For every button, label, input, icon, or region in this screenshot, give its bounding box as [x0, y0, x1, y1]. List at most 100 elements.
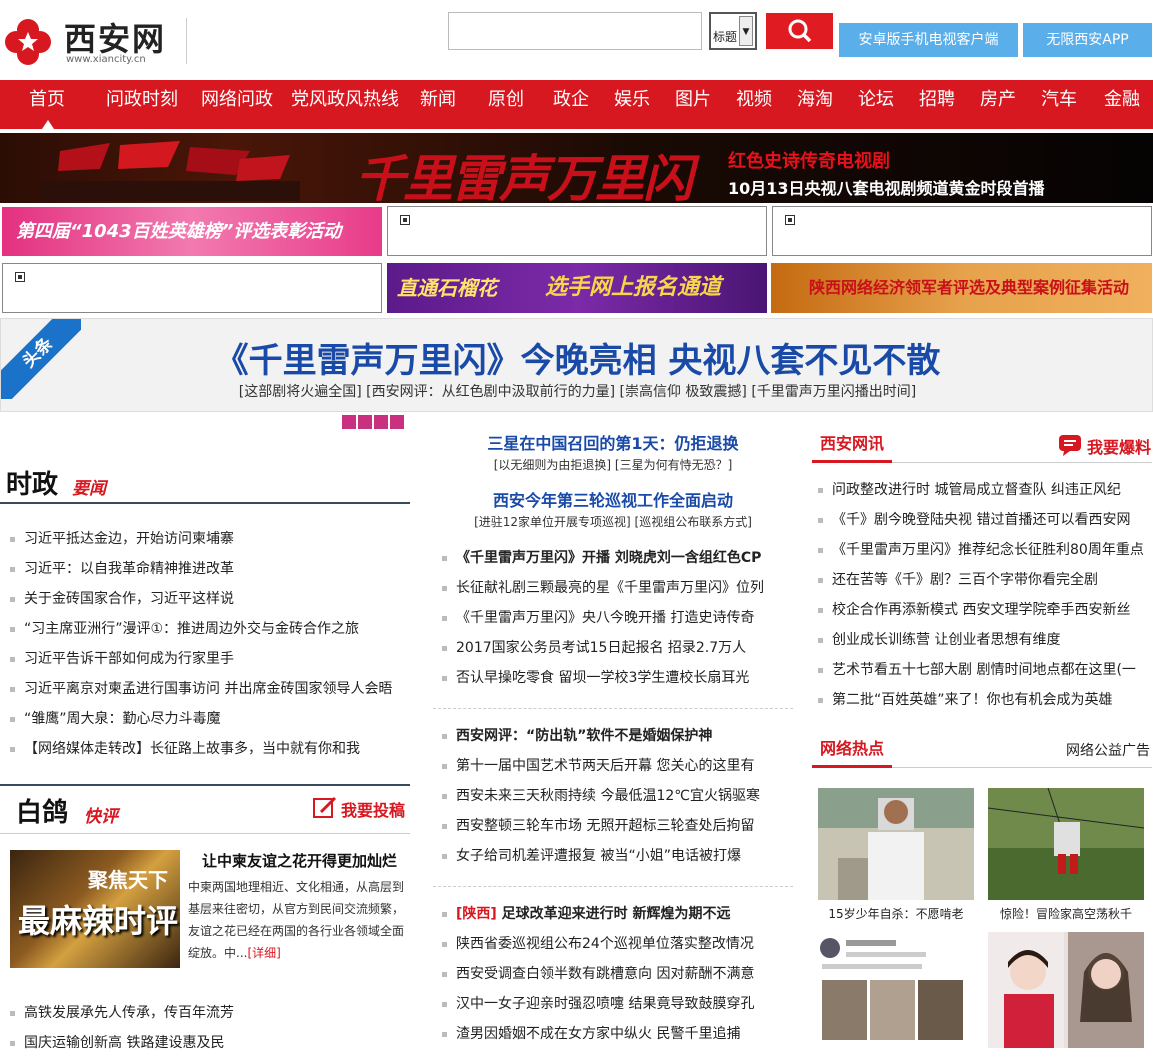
nav-item-jobs[interactable]: 招聘 [919, 80, 955, 129]
nav-item-original[interactable]: 原创 [488, 80, 524, 129]
list-item[interactable]: 汉中一女子迎亲时强忍喷嚏 结果竟导致鼓膜穿孔 [440, 989, 795, 1019]
region-tag: [陕西] [456, 906, 497, 922]
nav-item-video[interactable]: 视频 [736, 80, 772, 129]
app-download-button[interactable]: 无限西安APP [1023, 23, 1152, 57]
mid-sublinks-1[interactable]: [以无细则为由拒退换] [三星为何有恃无恐？] [418, 456, 808, 473]
list-item[interactable]: 校企合作再添新模式 西安文理学院牵手西安新丝 [816, 595, 1151, 625]
public-ads-link[interactable]: 网络公益广告 [1066, 740, 1150, 760]
carousel-dots[interactable] [342, 415, 406, 430]
search-input[interactable] [448, 12, 702, 50]
ad-placeholder-2[interactable] [772, 206, 1152, 256]
list-item[interactable]: 高铁发展承先人传承，传百年流芳 [8, 998, 408, 1028]
nav-item-shopping[interactable]: 海淘 [797, 80, 833, 129]
nav-item-hotline[interactable]: 党风政风热线 [291, 80, 399, 129]
ad-economy-leaders[interactable]: 陕西网络经济领军者评选及典型案例征集活动 [771, 263, 1152, 313]
banner-line2: 10月13日央视八套电视剧频道黄金时段首播 [728, 179, 1045, 198]
hot-photo-2-caption[interactable]: 惊险！冒险家高空荡秋千 [988, 905, 1144, 922]
list-item[interactable]: 问政整改进行时 城管局成立督查队 纠违正风纪 [816, 475, 1151, 505]
headline-block: 头条 《千里雷声万里闪》今晚亮相 央视八套不见不散 [这部剧将火遍全国] [西安… [0, 318, 1153, 412]
list-item[interactable]: 2017国家公务员考试15日起报名 招录2.7万人 [440, 633, 795, 663]
hot-photo-1[interactable] [818, 788, 974, 900]
list-item[interactable]: 习近平：以自我革命精神推进改革 [8, 554, 408, 584]
mid-headline-1[interactable]: 三星在中国召回的第1天：仍拒退换 [418, 430, 808, 454]
report-tip-link[interactable]: 我要爆料 [1087, 434, 1151, 458]
commentary-title: 白鸽 [16, 798, 69, 828]
hot-photo-1-caption[interactable]: 15岁少年自杀：不愿啃老 [818, 905, 974, 922]
ad-hero-list[interactable]: 第四届“1043百姓英雄榜”评选表彰活动 [2, 207, 382, 256]
search-type-value: 标题 [713, 30, 738, 44]
android-client-button[interactable]: 安卓版手机电视客户端 [839, 23, 1018, 57]
hot-photo-3[interactable] [818, 932, 974, 1048]
divider [433, 708, 793, 709]
list-item[interactable]: 第二批“百姓英雄”来了！你也有机会成为英雄 [816, 685, 1151, 715]
search-type-select[interactable]: 标题 ▼ [709, 12, 757, 50]
commentary-title-link[interactable]: 让中柬友谊之花开得更加灿烂 [202, 850, 397, 871]
main-nav: 首页 问政时刻 网络问政 党风政风热线 新闻 原创 政企 娱乐 图片 视频 海淘… [0, 80, 1153, 129]
list-item[interactable]: 艺术节看五十七部大剧 剧情时间地点都在这里(一 [816, 655, 1151, 685]
nav-item-wenzheng-shike[interactable]: 问政时刻 [106, 80, 178, 129]
carousel-dot[interactable] [374, 415, 388, 429]
nav-item-forum[interactable]: 论坛 [858, 80, 894, 129]
nav-item-news[interactable]: 新闻 [420, 80, 456, 129]
list-item-title: 足球改革迎来进行时 新辉煌为期不远 [501, 906, 731, 922]
broken-image-icon [785, 215, 795, 225]
list-item[interactable]: 关于金砖国家合作，习近平这样说 [8, 584, 408, 614]
xian-news-title: 西安网讯 [812, 429, 893, 463]
list-item[interactable]: 习近平离京对柬孟进行国事访问 并出席金砖国家领导人会晤 [8, 674, 408, 704]
list-item[interactable]: 西安整顿三轮车市场 无照开超标三轮查处后拘留 [440, 811, 795, 841]
list-item[interactable]: 创业成长训练营 让创业者思想有维度 [816, 625, 1151, 655]
list-item[interactable]: 还在苦等《千》剧？三百个字带你看完全剧 [816, 565, 1151, 595]
ad-registration[interactable]: 直通石榴花 选手网上报名通道 [387, 263, 767, 313]
mid-headline-2[interactable]: 西安今年第三轮巡视工作全面启动 [418, 487, 808, 511]
ad-placeholder-1[interactable] [387, 206, 767, 256]
nav-item-business[interactable]: 政企 [553, 80, 589, 129]
search-button[interactable] [766, 13, 833, 49]
list-item[interactable]: 国庆运输创新高 铁路建设惠及民 [8, 1028, 408, 1058]
xian-news-list: 问政整改进行时 城管局成立督查队 纠违正风纪 《千》剧今晚登陆央视 错过首播还可… [816, 475, 1151, 715]
ad-placeholder-3[interactable] [2, 263, 382, 313]
list-item[interactable]: [陕西] 足球改革迎来进行时 新辉煌为期不远 [440, 899, 795, 929]
list-item[interactable]: “雏鹰”周大泉：勤心尽力斗毒魔 [8, 704, 408, 734]
site-logo[interactable]: 西安网 www.xiancity.cn [2, 14, 188, 66]
list-item[interactable]: 习近平抵达金边，开始访问柬埔寨 [8, 524, 408, 554]
list-item[interactable]: 渣男因婚姻不成在女方家中纵火 民警千里追捕 [440, 1019, 795, 1049]
carousel-dot[interactable] [358, 415, 372, 429]
nav-item-realestate[interactable]: 房产 [980, 80, 1016, 129]
list-item[interactable]: 西安受调查白领半数有跳槽意向 因对薪酬不满意 [440, 959, 795, 989]
list-item[interactable]: 《千里雷声万里闪》开播 刘晓虎刘一含组红色CP [440, 543, 795, 573]
list-item[interactable]: 否认早操吃零食 留坝一学校3学生遭校长扇耳光 [440, 663, 795, 693]
carousel-dot[interactable] [390, 415, 404, 429]
commentary-more-link[interactable]: [详细] [247, 946, 280, 960]
mid-sublinks-2[interactable]: [进驻12家单位开展专项巡视] [巡视组公布联系方式] [418, 513, 808, 530]
commentary-thumbnail[interactable]: 聚焦天下 最麻辣时评 [10, 850, 180, 968]
list-item[interactable]: 【网络媒体走转改】长征路上故事多，当中就有你和我 [8, 734, 408, 764]
nav-item-finance[interactable]: 金融 [1104, 80, 1140, 129]
list-item[interactable]: 《千里雷声万里闪》推荐纪念长征胜利80周年重点 [816, 535, 1151, 565]
hot-photo-4[interactable] [988, 932, 1144, 1048]
ad-registration-text: 选手网上报名通道 [545, 275, 722, 300]
hot-topics-section-header: 网络热点 网络公益广告 [812, 734, 1152, 768]
headline-sub-links[interactable]: [这部剧将火遍全国] [西安网评：从红色剧中汲取前行的力量] [崇高信仰 极致震… [1, 381, 1153, 401]
list-item[interactable]: 第十一届中国艺术节两天后开幕 您关心的这里有 [440, 751, 795, 781]
hot-photo-2[interactable] [988, 788, 1144, 900]
headline-title[interactable]: 《千里雷声万里闪》今晚亮相 央视八套不见不散 [1, 333, 1153, 382]
submit-article-link[interactable]: 我要投稿 [341, 797, 405, 821]
tv-drama-banner[interactable]: 千里雷声万里闪 红色史诗传奇电视剧 10月13日央视八套电视剧频道黄金时段首播 [0, 133, 1153, 203]
list-item[interactable]: 女子给司机差评遭报复 被当“小姐”电话被打爆 [440, 841, 795, 871]
nav-item-entertainment[interactable]: 娱乐 [614, 80, 650, 129]
red-flags-graphic [40, 141, 300, 201]
nav-item-wangluo-wenzheng[interactable]: 网络问政 [201, 80, 273, 129]
chevron-down-icon: ▼ [739, 16, 753, 46]
list-item[interactable]: 长征献礼剧三颗最亮的星《千里雷声万里闪》位列 [440, 573, 795, 603]
nav-item-auto[interactable]: 汽车 [1041, 80, 1077, 129]
list-item[interactable]: 西安网评：“防出轨”软件不是婚姻保护神 [440, 721, 795, 751]
list-item[interactable]: 陕西省委巡视组公布24个巡视单位落实整改情况 [440, 929, 795, 959]
list-item[interactable]: 习近平告诉干部如何成为行家里手 [8, 644, 408, 674]
list-item[interactable]: 《千里雷声万里闪》央八今晚开播 打造史诗传奇 [440, 603, 795, 633]
carousel-dot[interactable] [342, 415, 356, 429]
nav-item-pictures[interactable]: 图片 [675, 80, 711, 129]
list-item[interactable]: “习主席亚洲行”漫评①：推进周边外交与金砖合作之旅 [8, 614, 408, 644]
list-item[interactable]: 《千》剧今晚登陆央视 错过首播还可以看西安网 [816, 505, 1151, 535]
logo-divider [186, 18, 187, 64]
list-item[interactable]: 西安未来三天秋雨持续 今最低温12℃宜火锅驱寒 [440, 781, 795, 811]
